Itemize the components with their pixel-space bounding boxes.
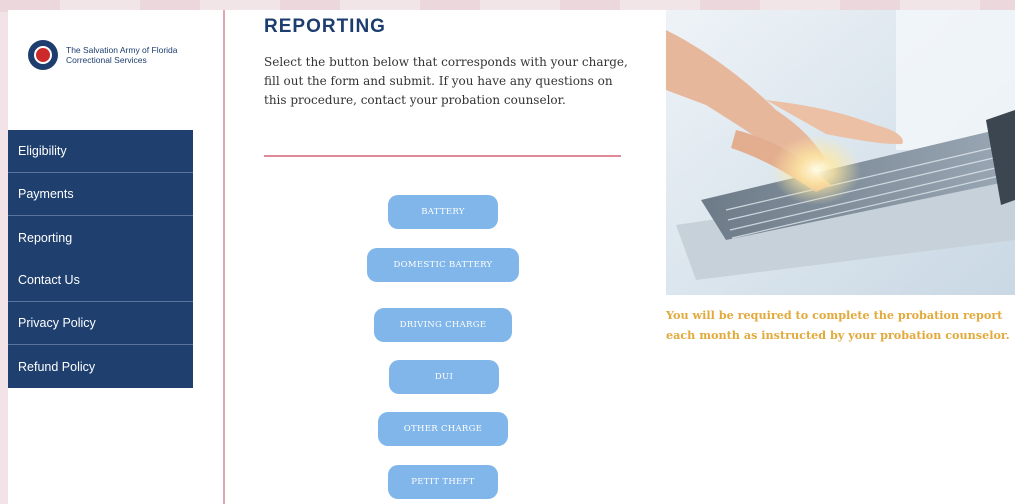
page-title: REPORTING	[264, 16, 386, 37]
sidebar-nav: Eligibility Payments Reporting Contact U…	[8, 130, 193, 388]
sidebar-item-privacy-policy[interactable]: Privacy Policy	[8, 302, 193, 345]
salvation-army-shield-icon	[28, 40, 58, 70]
page: The Salvation Army of Florida Correction…	[8, 10, 1015, 504]
other-charge-button[interactable]: OTHER CHARGE	[378, 412, 508, 446]
sidebar-item-refund-policy[interactable]: Refund Policy	[8, 345, 193, 388]
domestic-battery-button[interactable]: DOMESTIC BATTERY	[367, 248, 519, 282]
sidebar-item-contact-us[interactable]: Contact Us	[8, 259, 193, 302]
section-divider	[264, 155, 621, 157]
sidebar-item-eligibility[interactable]: Eligibility	[8, 130, 193, 173]
sidebar-divider	[223, 10, 225, 504]
logo-text: The Salvation Army of Florida Correction…	[66, 45, 178, 65]
petit-theft-button[interactable]: PETIT THEFT	[388, 465, 498, 499]
sidebar-item-payments[interactable]: Payments	[8, 173, 193, 216]
laptop-typing-image	[666, 10, 1015, 295]
intro-text: Select the button below that corresponds…	[264, 55, 628, 107]
dui-button[interactable]: DUI	[389, 360, 499, 394]
probation-report-note: You will be required to complete the pro…	[666, 308, 1010, 342]
battery-button[interactable]: BATTERY	[388, 195, 498, 229]
driving-charge-button[interactable]: DRIVING CHARGE	[374, 308, 512, 342]
site-logo[interactable]: The Salvation Army of Florida Correction…	[28, 40, 191, 70]
sidebar-item-reporting[interactable]: Reporting	[8, 216, 193, 259]
